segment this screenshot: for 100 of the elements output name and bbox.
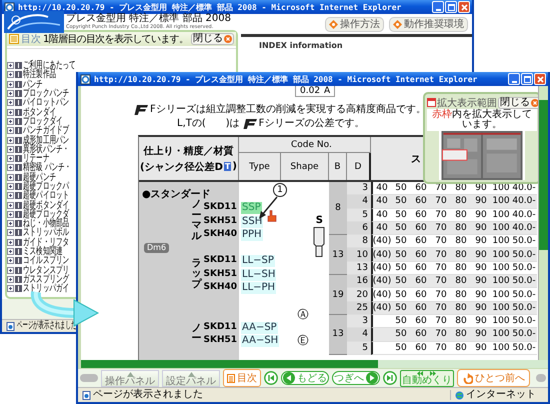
- first-page-button[interactable]: [264, 371, 278, 385]
- window-title: http://10.20.20.79 - プレス金型用 特注／標準 部品 2008 - Microsoft Internet Explorer: [18, 2, 402, 12]
- type-cell[interactable]: LL−PH: [241, 282, 276, 294]
- table-cell: 4: [347, 328, 371, 342]
- toc-item[interactable]: パンチガイドブ: [23, 126, 70, 136]
- toc-item[interactable]: ボタンダイ: [23, 108, 56, 117]
- type-cell[interactable]: LL−SH: [241, 268, 276, 281]
- toc-item[interactable]: ご利用にあたって: [23, 61, 76, 70]
- type-cell[interactable]: AA−SP: [241, 322, 278, 334]
- window-title: http://10.20.20.79 - プレス金型用 特注／標準 部品 2008 - Microsoft Internet Explorer: [94, 74, 478, 84]
- table-cell: 50: [391, 208, 411, 222]
- table-cell: 80: [451, 328, 471, 342]
- type-cell[interactable]: AA−SH: [241, 335, 280, 348]
- maximize-button[interactable]: [445, 1, 457, 13]
- minimize-button[interactable]: [508, 73, 520, 85]
- type-cell[interactable]: SSH: [241, 216, 264, 228]
- toc-item[interactable]: 異形状パンチ・: [23, 144, 70, 154]
- table-cell: 50: [391, 182, 411, 196]
- scroll-thumb[interactable]: [81, 360, 378, 368]
- material-label: SKD11: [203, 320, 237, 334]
- table-cell: 40: [371, 208, 391, 222]
- toc-item[interactable]: ウレタンスプリ: [23, 266, 70, 275]
- toc-item[interactable]: 超硬ボタンダイ: [23, 200, 70, 210]
- table-cell: 100: [491, 302, 511, 315]
- finish-label: ノー: [191, 324, 202, 345]
- table-cell: 80: [451, 314, 471, 328]
- toc-item[interactable]: ストリッパガイ: [23, 284, 70, 294]
- hand-cursor-icon: [267, 210, 277, 222]
- table-cell: 50: [391, 314, 411, 328]
- toc-item[interactable]: コイルスプリン: [23, 256, 70, 266]
- toc-item[interactable]: ガススプリング: [23, 274, 70, 284]
- page-icon: [6, 322, 15, 330]
- handle-button[interactable]: [536, 374, 546, 382]
- close-button[interactable]: [458, 1, 470, 13]
- diamond-icon: [393, 20, 402, 29]
- up-icon: [188, 372, 194, 376]
- panel-button[interactable]: 操作パネル: [101, 370, 159, 386]
- toc-item[interactable]: ねじ・小物部品: [23, 219, 70, 228]
- last-page-button[interactable]: [383, 371, 397, 385]
- table-cell: 60: [411, 262, 431, 276]
- close-button[interactable]: 閉じる: [191, 33, 234, 45]
- close-icon: [460, 4, 468, 10]
- toolbar-button[interactable]: 操作方法: [325, 17, 384, 32]
- table-cell: 50.0-: [511, 342, 537, 355]
- type-cell[interactable]: PPH: [241, 228, 263, 241]
- up-icon: [126, 372, 134, 376]
- table-cell: 90: [471, 288, 491, 302]
- type-cell[interactable]: LL−SP: [241, 255, 275, 268]
- table-cell: 90: [471, 262, 491, 276]
- table-cell: 70: [431, 314, 451, 328]
- toc-item[interactable]: パイロットパン: [23, 98, 70, 108]
- book-icon: [15, 202, 22, 209]
- toolbar-value: 0.02: [300, 86, 320, 96]
- table-cell: 70: [431, 235, 451, 248]
- scrollbar[interactable]: [538, 86, 548, 360]
- book-icon: [15, 99, 22, 106]
- toc-item[interactable]: ガイド・リフタ: [23, 238, 70, 247]
- minimize-button[interactable]: [432, 1, 444, 13]
- column-header: Code No.: [239, 137, 371, 153]
- maximize-button[interactable]: [521, 73, 533, 85]
- toolbar-button[interactable]: 動作推奨環境: [389, 17, 468, 32]
- close-button[interactable]: [534, 73, 546, 85]
- close-button[interactable]: 閉じる: [498, 96, 538, 108]
- table-cell: 100: [491, 342, 511, 355]
- shape-mark: Ⓐ: [298, 308, 308, 321]
- material-label: SKH51: [203, 268, 237, 281]
- toc-item[interactable]: リテーナ: [23, 154, 50, 164]
- column-header: Shape: [281, 153, 329, 180]
- toc-item[interactable]: 超硬パイロット: [23, 191, 70, 200]
- table-cell: 100: [491, 248, 511, 262]
- scroll-thumb[interactable]: [539, 100, 548, 250]
- toc-item[interactable]: 超硬ブロックダ: [23, 210, 70, 219]
- table-cell: 70: [431, 328, 451, 342]
- handle-button[interactable]: [80, 374, 98, 382]
- table-cell: 60: [411, 235, 431, 248]
- table-cell: 100: [491, 235, 511, 248]
- panel-button[interactable]: 設定パネル: [162, 370, 220, 386]
- column-header: (シャンク径公差D: [140, 160, 223, 174]
- shape-mark: Ⓔ: [298, 334, 308, 348]
- toc-item[interactable]: 特注製作品: [23, 70, 56, 80]
- table-cell: 60: [411, 222, 431, 236]
- table-cell: 90: [471, 314, 491, 328]
- table-cell: 40: [371, 195, 391, 209]
- table-cell: (40): [371, 248, 391, 262]
- toc-item[interactable]: 精密級 パンチ・: [23, 163, 72, 172]
- table-cell: (40): [371, 275, 391, 288]
- table-cell: 90: [471, 328, 491, 342]
- skip-forward-icon: [383, 371, 397, 385]
- toc-item[interactable]: ミス検知関連: [23, 247, 63, 256]
- toc-item[interactable]: パンチ: [23, 80, 43, 89]
- scrollbar[interactable]: [78, 360, 548, 368]
- toc-item[interactable]: ストリッパボル: [23, 228, 70, 238]
- toc-item[interactable]: 超硬パンチ: [23, 172, 56, 182]
- book-icon: [15, 146, 22, 153]
- table-cell: 50: [391, 275, 411, 288]
- toc-item[interactable]: 成形加工用パン: [23, 136, 70, 145]
- toc-item[interactable]: ブロックダイ: [23, 116, 63, 126]
- toc-item[interactable]: 超硬ブロックパ: [23, 182, 70, 191]
- table-cell: 13: [329, 235, 347, 276]
- toc-item[interactable]: ブロックパンチ: [23, 89, 70, 98]
